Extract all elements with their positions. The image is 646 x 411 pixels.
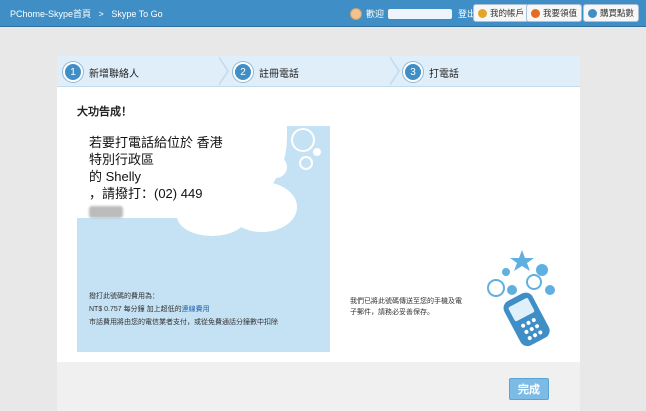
fee-note: 市話費用將由您的電信業者支付，或從免費通話分鐘數中扣除 bbox=[89, 319, 278, 326]
fee-info: 撥打此號碼的費用為： NT$ 0.757 每分鐘 加上超低的連線費用 市話費用將… bbox=[89, 290, 278, 329]
my-account-label: 我的帳戶 bbox=[490, 8, 525, 18]
breadcrumb: PChome-Skype首頁 > Skype To Go bbox=[10, 7, 163, 20]
buy-credit-label: 購買點數 bbox=[600, 8, 635, 18]
blurred-number bbox=[89, 205, 123, 218]
top-bar: PChome-Skype首頁 > Skype To Go 歡迎 登出 我的帳戶 … bbox=[0, 0, 646, 27]
call-line-3: 的 Shelly bbox=[89, 169, 142, 184]
fee-rate: NT$ 0.757 每分鐘 加上超低的 bbox=[89, 306, 182, 313]
account-icon bbox=[478, 8, 487, 18]
call-line-1: 若要打電話給位於 香港 bbox=[89, 135, 223, 150]
buy-icon bbox=[588, 8, 597, 18]
mobile-phone-icon bbox=[487, 250, 555, 347]
connection-fee-link[interactable]: 連線費用 bbox=[182, 306, 210, 313]
step-arrow-icon bbox=[218, 56, 229, 86]
support-label: 我要領值 bbox=[543, 8, 578, 18]
step-arrow-icon bbox=[389, 56, 400, 86]
step-1-label: 新增聯絡人 bbox=[89, 68, 139, 80]
breadcrumb-separator: > bbox=[98, 9, 104, 19]
bubble-decoration bbox=[291, 128, 315, 152]
support-button[interactable]: 我要領值 bbox=[526, 4, 583, 22]
masked-username bbox=[388, 8, 453, 19]
step-1: 1 新增聯絡人 bbox=[63, 62, 139, 82]
bubble-decoration bbox=[299, 156, 313, 170]
page-title: 大功告成！ bbox=[77, 106, 132, 118]
user-area: 歡迎 登出 bbox=[350, 7, 476, 20]
step-progress-bar: 1 新增聯絡人 2 註冊電話 3 打電話 bbox=[57, 56, 580, 87]
sent-notice: 我們已將此號碼傳送至您的手機及電子郵件，請務必妥善保存。 bbox=[350, 298, 462, 316]
breadcrumb-home-link[interactable]: PChome-Skype首頁 bbox=[10, 9, 91, 19]
step-2-label: 註冊電話 bbox=[259, 68, 299, 80]
step-3-label: 打電話 bbox=[429, 68, 459, 80]
step-2: 2 註冊電話 bbox=[233, 62, 299, 82]
my-account-button[interactable]: 我的帳戶 bbox=[473, 4, 530, 22]
call-instruction: 若要打電話給位於 香港 特別行政區 的 Shelly ，請撥打：(02) 449 bbox=[89, 134, 289, 219]
call-info-panel: 若要打電話給位於 香港 特別行政區 的 Shelly ，請撥打：(02) 449… bbox=[77, 126, 330, 352]
main-card: 1 新增聯絡人 2 註冊電話 3 打電話 大功告成！ 若要打電話給位於 香港 特… bbox=[57, 56, 580, 362]
footer-bar: 完成 bbox=[57, 362, 580, 411]
user-avatar-icon bbox=[350, 7, 362, 20]
breadcrumb-current[interactable]: Skype To Go bbox=[111, 9, 162, 19]
step-3-number: 3 bbox=[403, 62, 423, 82]
bubble-decoration bbox=[313, 148, 321, 156]
fee-label: 撥打此號碼的費用為： bbox=[89, 293, 159, 300]
step-2-number: 2 bbox=[233, 62, 253, 82]
step-1-number: 1 bbox=[63, 62, 83, 82]
call-line-2: 特別行政區 bbox=[89, 152, 155, 167]
call-line-4: ，請撥打：(02) 449 bbox=[89, 186, 203, 201]
buy-credit-button[interactable]: 購買點數 bbox=[583, 4, 640, 22]
support-icon bbox=[531, 8, 540, 18]
done-button[interactable]: 完成 bbox=[509, 378, 549, 400]
step-3: 3 打電話 bbox=[403, 62, 459, 82]
fee-rate-line: NT$ 0.757 每分鐘 加上超低的連線費用 bbox=[89, 303, 278, 316]
welcome-text: 歡迎 bbox=[366, 9, 385, 19]
